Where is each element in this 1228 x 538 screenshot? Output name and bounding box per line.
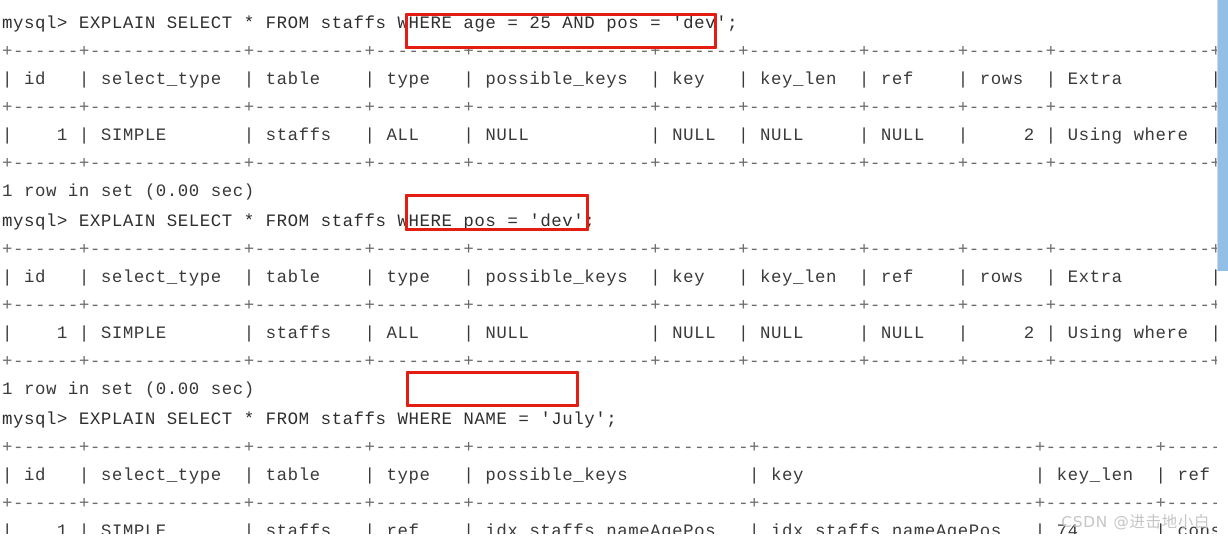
explain-table-2-header-row: | id | select_type | table | type | poss… — [2, 269, 1222, 288]
result-status-1: 1 row in set (0.00 sec) — [2, 183, 255, 202]
query-line-1: mysql> EXPLAIN SELECT * FROM staffs WHER… — [2, 15, 739, 34]
query-line-3: mysql> EXPLAIN SELECT * FROM staffs WHER… — [2, 411, 618, 430]
explain-table-2-data-row-1: | 1 | SIMPLE | staffs | ALL | NULL | NUL… — [2, 325, 1222, 344]
terminal-console[interactable]: mysql> EXPLAIN SELECT * FROM staffs WHER… — [0, 0, 1228, 538]
terminal-output: mysql> EXPLAIN SELECT * FROM staffs WHER… — [2, 10, 1228, 538]
explain-table-1-rule-bottom: +------+--------------+----------+------… — [2, 155, 1222, 174]
csdn-watermark: CSDN @进击地小白 — [1061, 513, 1210, 531]
explain-table-2-rule-top: +------+--------------+----------+------… — [2, 241, 1222, 260]
explain-table-3-rule-mid: +------+--------------+----------+------… — [2, 495, 1228, 514]
vertical-scrollbar-track[interactable] — [1217, 0, 1228, 538]
result-status-2: 1 row in set (0.00 sec) — [2, 381, 255, 400]
bottom-clip-mask — [0, 534, 1228, 538]
explain-table-1-rule-mid: +------+--------------+----------+------… — [2, 99, 1222, 118]
explain-table-1-data-row-1: | 1 | SIMPLE | staffs | ALL | NULL | NUL… — [2, 127, 1222, 146]
explain-table-3-header-row: | id | select_type | table | type | poss… — [2, 467, 1211, 486]
explain-table-3-rule-top: +------+--------------+----------+------… — [2, 439, 1228, 458]
explain-table-1-rule-top: +------+--------------+----------+------… — [2, 43, 1222, 62]
query-line-2: mysql> EXPLAIN SELECT * FROM staffs WHER… — [2, 213, 596, 232]
explain-table-2-rule-mid: +------+--------------+----------+------… — [2, 297, 1222, 316]
vertical-scrollbar-thumb[interactable] — [1217, 0, 1228, 271]
explain-table-1-header-row: | id | select_type | table | type | poss… — [2, 71, 1222, 90]
explain-table-2-rule-bottom: +------+--------------+----------+------… — [2, 353, 1222, 372]
